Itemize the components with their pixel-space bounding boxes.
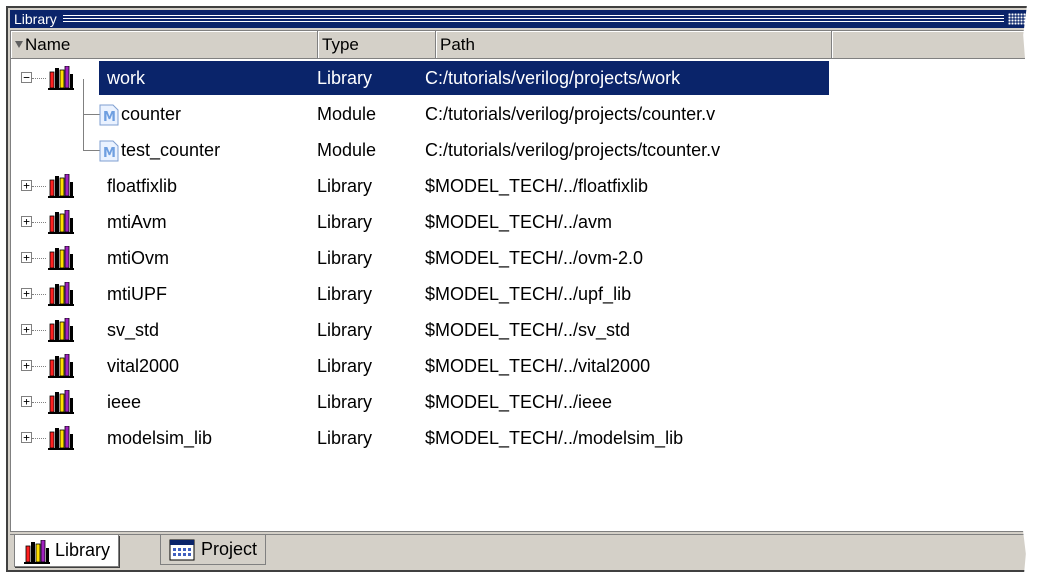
titlebar[interactable]: Library xyxy=(10,10,1042,28)
tree-row-library[interactable]: + sv_std Library $MODEL_TECH/../sv_std xyxy=(11,313,1041,349)
tree-connector xyxy=(32,438,46,440)
row-name: mtiOvm xyxy=(107,248,169,268)
sort-icon xyxy=(15,41,23,48)
row-type: Library xyxy=(317,320,373,340)
row-path: $MODEL_TECH/../ovm-2.0 xyxy=(425,248,644,268)
library-icon xyxy=(47,65,75,90)
row-name: sv_std xyxy=(107,320,160,340)
tree-row-library[interactable]: + modelsim_lib Library $MODEL_TECH/../model… xyxy=(11,421,1041,457)
tree-row-library[interactable]: − work Library C:/tutorials/verilog/project… xyxy=(11,61,1041,97)
project-icon xyxy=(169,539,195,561)
row-name: ieee xyxy=(107,392,142,412)
library-icon xyxy=(47,209,75,234)
row-type: Module xyxy=(317,140,377,160)
tree-row-library[interactable]: + floatfixlib Library $MODEL_TECH/../floatf… xyxy=(11,169,1041,205)
row-path: $MODEL_TECH/../floatfixlib xyxy=(425,176,649,196)
tree-row-library[interactable]: + ieee Library $MODEL_TECH/../ieee xyxy=(11,385,1041,421)
column-name-header[interactable]: Name xyxy=(11,31,318,59)
library-icon xyxy=(47,281,75,306)
row-name: vital2000 xyxy=(107,356,180,376)
tree-connector xyxy=(32,330,46,332)
expand-icon[interactable]: + xyxy=(21,396,32,407)
row-path: C:/tutorials/verilog/projects/counter.v xyxy=(425,104,716,124)
tree-row-library[interactable]: + mtiOvm Library $MODEL_TECH/../ovm-2.0 xyxy=(11,241,1041,277)
expand-icon[interactable]: + xyxy=(21,288,32,299)
tab-project[interactable]: Project xyxy=(160,535,267,565)
column-filler xyxy=(832,31,1041,59)
row-name: mtiAvm xyxy=(107,212,167,232)
row-name: mtiUPF xyxy=(107,284,167,304)
row-type: Library xyxy=(317,212,373,232)
expand-icon[interactable]: + xyxy=(21,180,32,191)
tab-label: Project xyxy=(201,539,258,559)
library-window: Library Name Type Path − work Library C:/tu… xyxy=(6,6,1046,572)
tree-connector xyxy=(32,294,46,296)
tab-label: Library xyxy=(55,540,111,560)
library-icon xyxy=(23,539,50,564)
library-icon xyxy=(47,389,75,414)
tree-connector xyxy=(32,366,46,368)
row-name: counter xyxy=(121,104,182,124)
row-path: $MODEL_TECH/../vital2000 xyxy=(425,356,651,376)
row-name: test_counter xyxy=(121,140,221,160)
collapse-icon[interactable]: − xyxy=(21,72,32,83)
drag-grip[interactable] xyxy=(62,15,1004,23)
library-icon xyxy=(47,317,75,342)
library-icon xyxy=(47,245,75,270)
row-type: Library xyxy=(317,68,373,88)
expand-icon[interactable]: + xyxy=(21,432,32,443)
expand-icon[interactable]: + xyxy=(21,360,32,371)
expand-icon[interactable]: + xyxy=(21,216,32,227)
row-type: Library xyxy=(317,284,373,304)
tree-row-module[interactable]: Mtest_counter Module C:/tutorials/verilog/… xyxy=(11,115,1041,169)
module-icon: M xyxy=(99,104,119,126)
row-type: Library xyxy=(317,428,373,448)
tree-row-module[interactable]: Mcounter Module C:/tutorials/verilog/proje… xyxy=(11,79,1041,133)
tab-bar: Library Project xyxy=(10,534,1040,569)
tree-row-library[interactable]: + mtiAvm Library $MODEL_TECH/../avm xyxy=(11,205,1041,241)
row-name: work xyxy=(107,68,146,88)
svg-text:M: M xyxy=(103,110,116,125)
row-path: $MODEL_TECH/../avm xyxy=(425,212,613,232)
expand-icon[interactable]: + xyxy=(21,252,32,263)
tree-connector xyxy=(32,258,46,260)
row-path: $MODEL_TECH/../ieee xyxy=(425,392,613,412)
tree-connector xyxy=(32,222,46,224)
svg-text:M: M xyxy=(103,146,116,161)
tab-library[interactable]: Library xyxy=(14,535,120,567)
row-type: Library xyxy=(317,248,373,268)
module-icon: M xyxy=(99,140,119,162)
column-path-header[interactable]: Path xyxy=(436,31,832,59)
tree-row-library[interactable]: + vital2000 Library $MODEL_TECH/../vital200… xyxy=(11,349,1041,385)
tree-connector xyxy=(32,186,46,188)
tree-connector xyxy=(83,79,85,115)
row-type: Library xyxy=(317,392,373,412)
tree-row-partial xyxy=(11,457,1041,467)
row-type: Library xyxy=(317,356,373,376)
tree-row-library[interactable]: + mtiUPF Library $MODEL_TECH/../upf_lib xyxy=(11,277,1041,313)
library-icon xyxy=(47,353,75,378)
row-path: $MODEL_TECH/../upf_lib xyxy=(425,284,632,304)
row-type: Module xyxy=(317,104,377,124)
row-name: modelsim_lib xyxy=(107,428,213,448)
tree-connector xyxy=(83,115,85,151)
column-type-header[interactable]: Type xyxy=(318,31,436,59)
tree-connector xyxy=(32,402,46,404)
row-type: Library xyxy=(317,176,373,196)
row-path: C:/tutorials/verilog/projects/work xyxy=(425,68,681,88)
column-header: Name Type Path xyxy=(11,31,1041,59)
row-path: C:/tutorials/verilog/projects/tcounter.v xyxy=(425,140,721,160)
row-path: $MODEL_TECH/../sv_std xyxy=(425,320,631,340)
library-icon xyxy=(47,425,75,450)
tree-connector xyxy=(32,78,46,80)
library-icon xyxy=(47,173,75,198)
library-tree[interactable]: Name Type Path − work Library C:/tutorials/… xyxy=(10,30,1042,532)
window-title: Library xyxy=(14,11,57,27)
row-name: floatfixlib xyxy=(107,176,178,196)
row-path: $MODEL_TECH/../modelsim_lib xyxy=(425,428,684,448)
expand-icon[interactable]: + xyxy=(21,324,32,335)
